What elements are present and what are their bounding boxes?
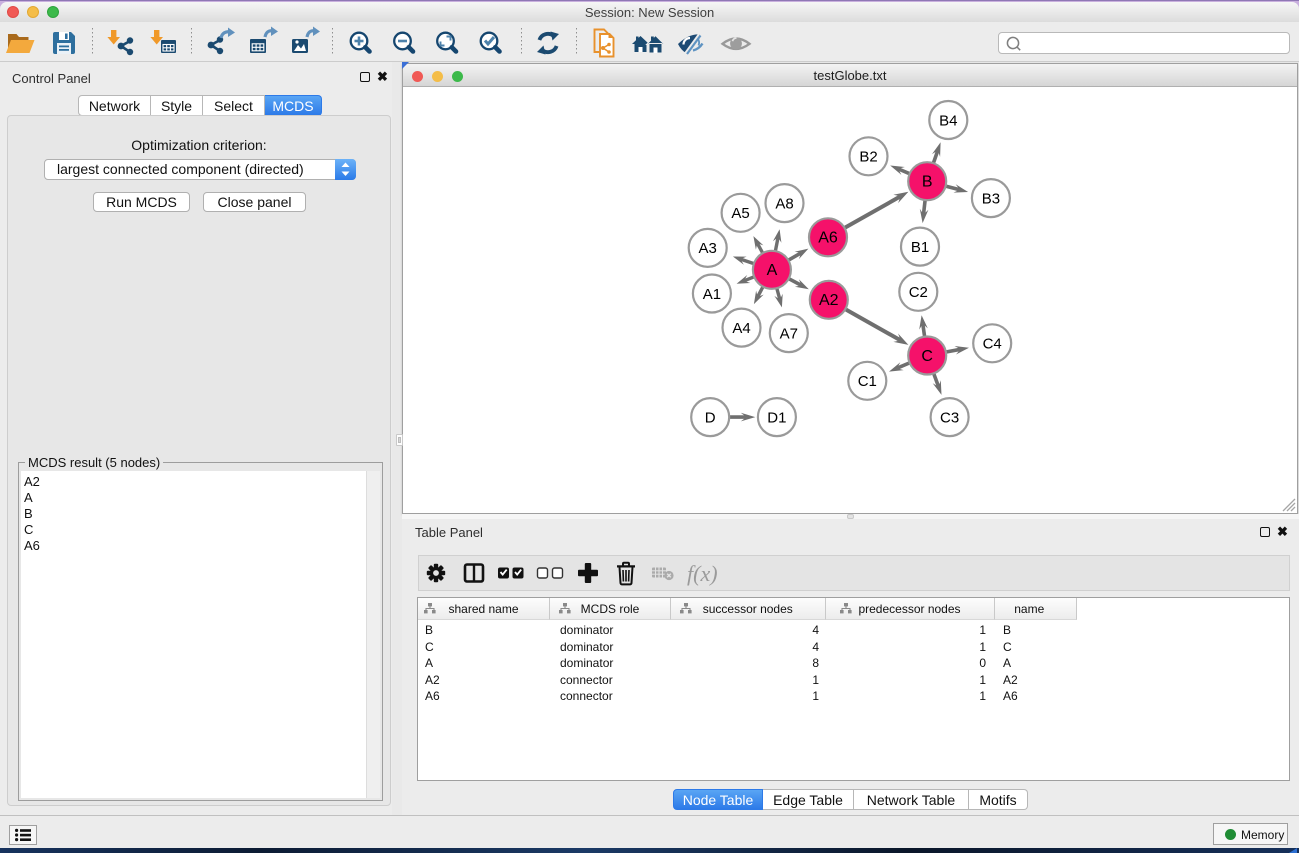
svg-text:A5: A5 bbox=[731, 205, 749, 222]
svg-text:C: C bbox=[921, 348, 933, 365]
svg-text:C2: C2 bbox=[909, 284, 928, 301]
svg-text:A8: A8 bbox=[775, 195, 793, 212]
svg-text:B4: B4 bbox=[939, 112, 957, 129]
svg-text:A: A bbox=[767, 262, 778, 279]
svg-text:f(x): f(x) bbox=[687, 561, 718, 586]
svg-text:A7: A7 bbox=[780, 325, 798, 342]
svg-text:C1: C1 bbox=[858, 373, 877, 390]
svg-text:B2: B2 bbox=[859, 149, 877, 166]
svg-text:D1: D1 bbox=[767, 409, 786, 426]
svg-text:B3: B3 bbox=[982, 190, 1000, 207]
svg-text:B: B bbox=[922, 174, 933, 191]
svg-text:D: D bbox=[705, 409, 716, 426]
svg-text:C3: C3 bbox=[940, 409, 959, 426]
svg-text:A6: A6 bbox=[818, 230, 838, 247]
svg-text:B1: B1 bbox=[911, 239, 929, 256]
svg-text:A4: A4 bbox=[732, 320, 750, 337]
svg-text:A2: A2 bbox=[819, 292, 839, 309]
svg-text:A3: A3 bbox=[699, 240, 717, 257]
svg-text:A1: A1 bbox=[703, 286, 721, 303]
svg-text:C4: C4 bbox=[983, 336, 1002, 353]
